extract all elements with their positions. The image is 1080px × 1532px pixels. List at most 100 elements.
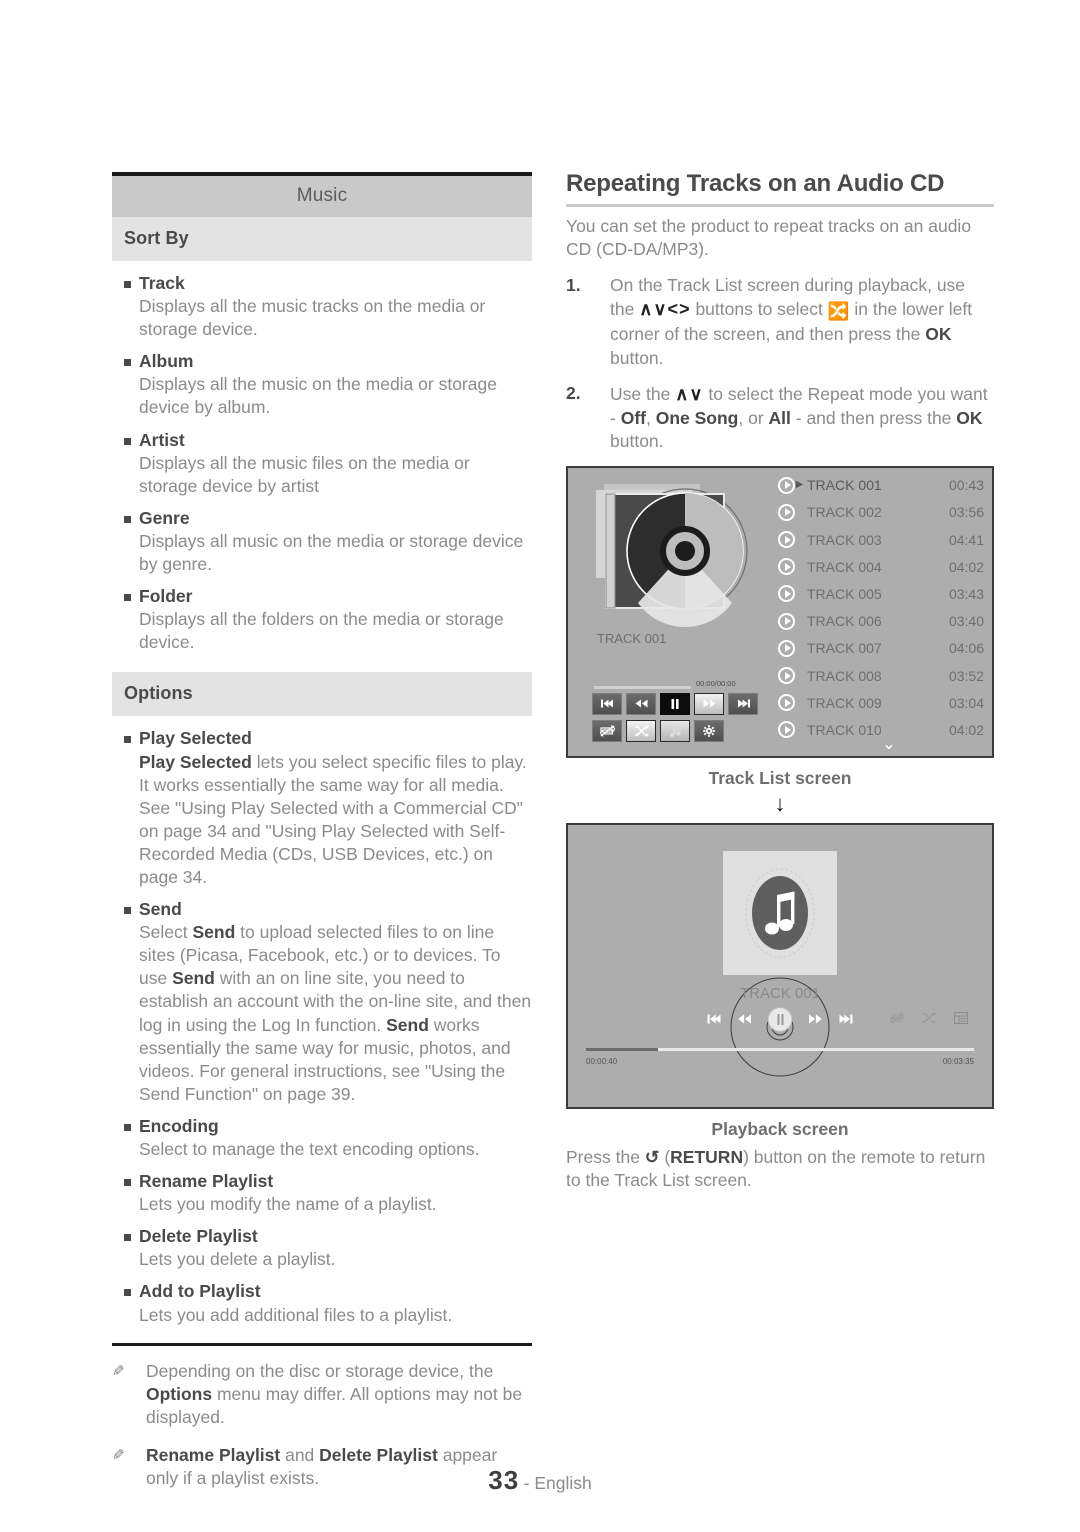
sort-by-item-list: Track Displays all the music tracks on t… — [112, 272, 532, 654]
rewind-icon[interactable] — [738, 1014, 752, 1024]
play-icon — [778, 476, 795, 494]
term-description: Displays all the folders on the media or… — [139, 609, 504, 653]
music-off-icon[interactable] — [660, 719, 690, 742]
skip-forward-icon[interactable] — [839, 1014, 853, 1024]
table-row[interactable]: TRACK 005 03:43 — [770, 580, 992, 607]
bullet-square-icon — [124, 281, 131, 288]
track-list-icon[interactable] — [953, 1011, 969, 1029]
term-description: Lets you delete a playlist. — [139, 1249, 336, 1270]
section-label-options: Options — [112, 672, 532, 717]
rewind-icon[interactable] — [626, 692, 656, 715]
pencil-note-icon: ✎ — [112, 1362, 125, 1380]
bullet-square-icon — [124, 594, 131, 602]
pause-icon[interactable] — [660, 692, 690, 715]
settings-gear-icon[interactable] — [694, 719, 724, 742]
table-row[interactable]: TRACK 006 03:40 — [770, 608, 992, 635]
table-row[interactable]: TRACK 007 04:06 — [770, 635, 992, 662]
table-row[interactable]: TRACK 003 04:41 — [770, 526, 992, 553]
pencil-note-icon: ✎ — [112, 1446, 125, 1464]
shuffle-icon[interactable] — [922, 1011, 936, 1029]
play-icon — [778, 639, 795, 657]
pause-icon[interactable] — [767, 1006, 793, 1032]
track-duration: 04:06 — [948, 640, 984, 657]
page-number: 33 — [488, 1465, 520, 1495]
step-number: 2. — [566, 383, 581, 404]
term-label: Play Selected — [139, 728, 252, 749]
step-item: 2. Use the ∧∨ to select the Repeat mode … — [566, 382, 994, 453]
play-icon — [778, 558, 795, 576]
option-controls — [592, 719, 724, 742]
track-name: TRACK 002 — [807, 504, 882, 521]
track-list-screen-figure: TRACK 001 00:00/00:00 ▶ TRACK 001 00:43 … — [566, 465, 994, 758]
skip-back-icon[interactable] — [707, 1014, 722, 1024]
table-row[interactable]: TRACK 004 04:02 — [770, 553, 992, 580]
shuffle-icon[interactable] — [626, 719, 656, 742]
elapsed-time: 00:00:40 — [586, 1056, 618, 1066]
return-instruction: Press the ↺ (RETURN) button on the remot… — [566, 1146, 986, 1190]
page-language: - English — [523, 1473, 592, 1493]
term-description: Select to manage the text encoding optio… — [139, 1139, 480, 1159]
step-text: On the Track List screen during playback… — [610, 274, 973, 368]
bullet-square-icon — [124, 736, 131, 744]
chevron-down-icon[interactable]: ⌄ — [882, 735, 896, 752]
table-row[interactable]: TRACK 002 03:56 — [770, 499, 992, 526]
total-time: 00:03:35 — [942, 1056, 974, 1066]
section-intro: You can set the product to repeat tracks… — [566, 216, 972, 260]
term-description: Displays all the music files on the medi… — [139, 452, 470, 496]
track-list[interactable]: ▶ TRACK 001 00:43 TRACK 002 03:56 TRACK … — [770, 472, 992, 744]
play-icon — [778, 667, 795, 684]
term-label: Genre — [139, 507, 190, 528]
fast-forward-icon[interactable] — [694, 692, 724, 715]
bullet-square-icon — [124, 1123, 131, 1131]
track-duration: 00:43 — [948, 477, 984, 494]
time-readout: 00:00/00:00 — [696, 678, 736, 688]
manual-page: Music Sort By Track Displays all the mus… — [0, 0, 1080, 1532]
playback-track-title: TRACK 001 — [739, 984, 821, 1002]
skip-back-icon[interactable] — [592, 692, 622, 715]
page-title: Repeating Tracks on an Audio CD — [566, 170, 945, 197]
track-name: TRACK 010 — [807, 721, 882, 738]
table-row[interactable]: TRACK 008 03:52 — [770, 662, 992, 689]
track-duration: 04:02 — [948, 558, 984, 575]
term-label: Artist — [139, 429, 185, 450]
step-text: Use the ∧∨ to select the Repeat mode you… — [610, 384, 988, 452]
step-number: 1. — [566, 274, 581, 295]
list-item: Play Selected Play Selected lets you sel… — [112, 727, 532, 889]
term-label: Encoding — [139, 1115, 219, 1136]
album-art-placeholder-icon — [723, 850, 837, 975]
term-label: Send — [139, 899, 182, 920]
playback-progress-bar[interactable] — [586, 1047, 974, 1051]
transport-controls — [592, 692, 758, 715]
repeating-tracks-section: Repeating Tracks on an Audio CD You can … — [566, 170, 994, 1192]
bullet-square-icon — [124, 907, 131, 915]
table-row[interactable]: TRACK 009 03:04 — [770, 689, 992, 716]
term-label: Folder — [139, 586, 193, 607]
list-item: Folder Displays all the folders on the m… — [112, 585, 532, 654]
note-text: Depending on the disc or storage device,… — [146, 1360, 523, 1427]
flow-arrow-down-icon: ↓ — [774, 790, 786, 816]
fast-forward-icon[interactable] — [809, 1014, 823, 1024]
repeat-icon[interactable] — [592, 719, 622, 742]
track-duration: 04:02 — [948, 721, 984, 738]
track-duration: 03:40 — [948, 613, 984, 630]
table-header-music: Music — [112, 176, 532, 217]
playback-option-icons — [889, 1011, 969, 1029]
table-row[interactable]: ▶ TRACK 001 00:43 — [770, 472, 992, 499]
track-name: TRACK 004 — [807, 558, 882, 575]
repeat-icon[interactable] — [889, 1011, 905, 1029]
term-description: Play Selected lets you select specific f… — [139, 751, 527, 887]
list-item: Artist Displays all the music files on t… — [112, 429, 532, 498]
play-icon — [778, 531, 795, 549]
cd-case-artwork-icon — [582, 478, 768, 628]
bullet-square-icon — [124, 1234, 131, 1242]
bullet-square-icon — [124, 1289, 131, 1297]
track-duration: 04:41 — [948, 531, 984, 548]
skip-forward-icon[interactable] — [728, 692, 758, 715]
track-name: TRACK 007 — [807, 640, 882, 657]
term-label: Delete Playlist — [139, 1226, 258, 1247]
play-icon — [778, 585, 795, 603]
bullet-square-icon — [124, 1179, 131, 1187]
progress-bar[interactable] — [594, 685, 691, 689]
list-item: Album Displays all the music on the medi… — [112, 350, 532, 419]
play-icon — [778, 694, 795, 712]
